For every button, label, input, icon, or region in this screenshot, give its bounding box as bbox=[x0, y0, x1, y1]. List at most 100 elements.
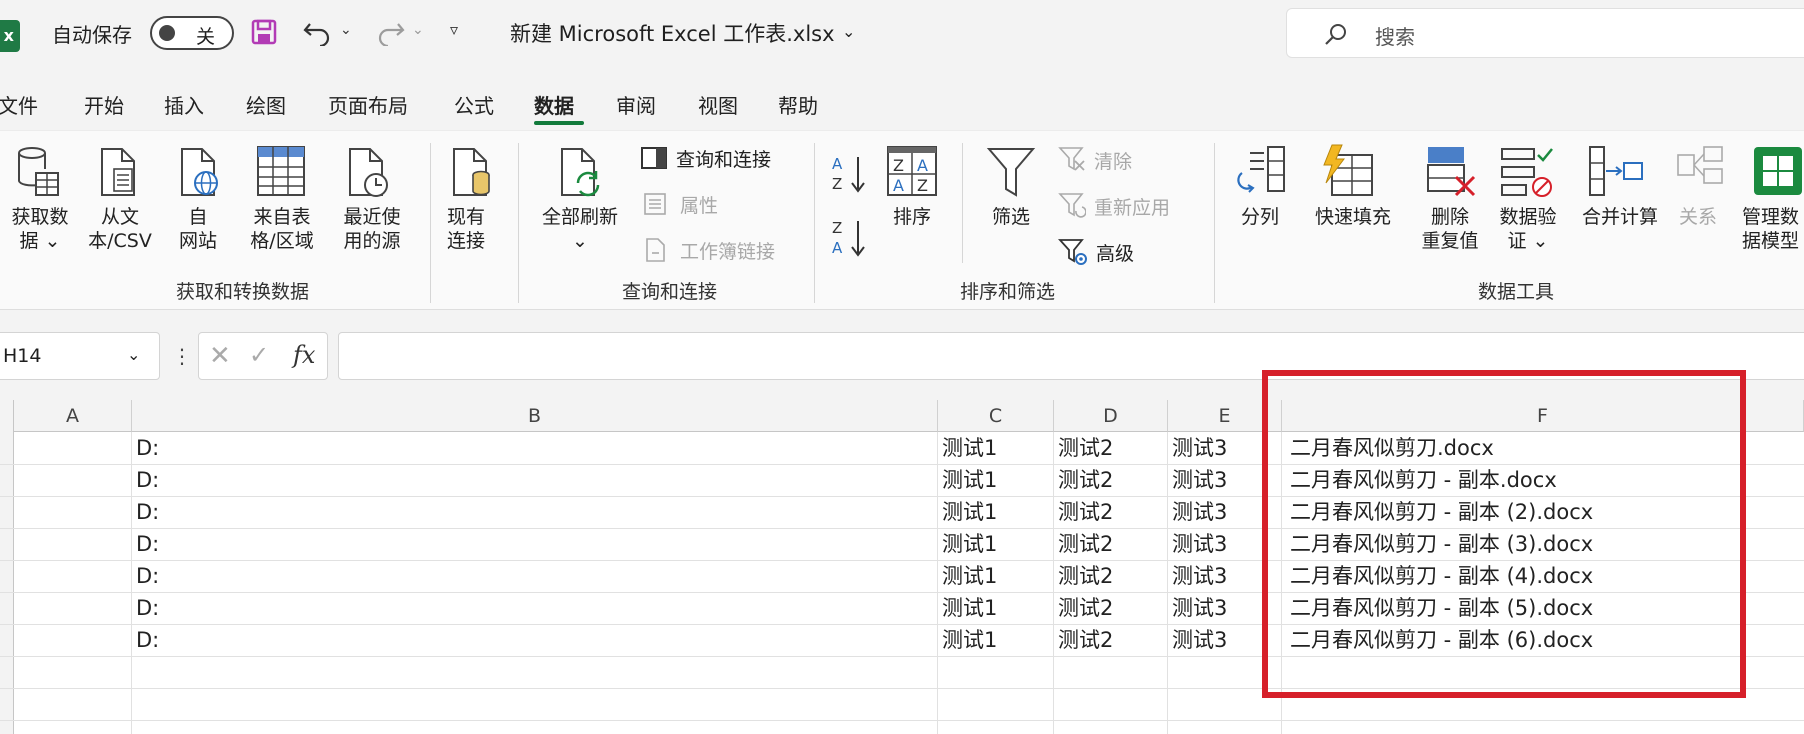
from-web-button[interactable]: 自 网站 bbox=[162, 205, 234, 253]
row-headers[interactable] bbox=[0, 400, 14, 734]
cell-b[interactable]: D: bbox=[136, 432, 159, 464]
cell-d[interactable]: 测试2 bbox=[1058, 528, 1113, 560]
data-validation-button[interactable]: 数据验 证 ⌄ bbox=[1486, 205, 1570, 253]
cell-d[interactable]: 测试2 bbox=[1058, 496, 1113, 528]
group-label-data-tools: 数据工具 bbox=[1478, 281, 1555, 303]
data-validation-label: 数据验 bbox=[1499, 206, 1557, 228]
cell-d[interactable]: 测试2 bbox=[1058, 624, 1113, 656]
reapply-button[interactable]: 重新应用 bbox=[1094, 193, 1170, 220]
properties-button[interactable]: 属性 bbox=[680, 191, 718, 218]
tab-page-layout[interactable]: 页面布局 bbox=[328, 90, 408, 119]
get-data-button[interactable]: 获取数 据 ⌄ bbox=[2, 205, 78, 253]
chevron-down-icon[interactable]: ⌄ bbox=[842, 22, 855, 41]
sort-button[interactable]: 排序 bbox=[880, 205, 944, 229]
cell-c[interactable]: 测试1 bbox=[942, 560, 997, 592]
recent-sources-icon bbox=[344, 145, 390, 203]
insert-function-icon[interactable]: fx bbox=[293, 341, 315, 369]
autosave-toggle[interactable]: 关 bbox=[150, 16, 234, 50]
column-header-a[interactable]: A bbox=[14, 400, 132, 432]
existing-connections-button[interactable]: 现有 连接 bbox=[430, 205, 502, 253]
tab-view[interactable]: 视图 bbox=[698, 90, 738, 119]
cell-d[interactable]: 测试2 bbox=[1058, 432, 1113, 464]
tab-formulas[interactable]: 公式 bbox=[454, 90, 494, 119]
search-placeholder: 搜索 bbox=[1375, 25, 1415, 49]
database-icon bbox=[16, 145, 60, 203]
cell-e[interactable]: 测试3 bbox=[1172, 624, 1227, 656]
redo-icon[interactable] bbox=[374, 18, 406, 50]
column-header-b[interactable]: B bbox=[132, 400, 938, 432]
group-label-get-transform: 获取和转换数据 bbox=[176, 281, 310, 303]
tab-home[interactable]: 开始 bbox=[84, 90, 124, 119]
cell-b[interactable]: D: bbox=[136, 464, 159, 496]
cell-c[interactable]: 测试1 bbox=[942, 528, 997, 560]
save-icon[interactable] bbox=[250, 18, 278, 50]
tab-review[interactable]: 审阅 bbox=[616, 90, 656, 119]
cell-b[interactable]: D: bbox=[136, 624, 159, 656]
tab-draw[interactable]: 绘图 bbox=[246, 90, 286, 119]
tab-help[interactable]: 帮助 bbox=[778, 90, 818, 119]
existing-connections-label-2: 连接 bbox=[446, 230, 485, 252]
text-file-icon bbox=[96, 145, 140, 203]
search-box[interactable]: 搜索 bbox=[1286, 8, 1804, 58]
document-title[interactable]: 新建 Microsoft Excel 工作表.xlsx bbox=[510, 18, 835, 48]
clear-button[interactable]: 清除 bbox=[1094, 147, 1132, 174]
cell-b[interactable]: D: bbox=[136, 560, 159, 592]
tab-insert[interactable]: 插入 bbox=[164, 90, 204, 119]
name-box-value: H14 bbox=[3, 345, 42, 367]
customize-qat-icon[interactable]: ▿ bbox=[450, 20, 458, 39]
consolidate-button[interactable]: 合并计算 bbox=[1572, 205, 1668, 229]
cell-d[interactable]: 测试2 bbox=[1058, 464, 1113, 496]
enter-icon[interactable]: ✓ bbox=[249, 341, 269, 369]
column-header-d[interactable]: D bbox=[1054, 400, 1168, 432]
svg-text:A: A bbox=[893, 176, 904, 195]
flash-fill-button[interactable]: 快速填充 bbox=[1306, 205, 1400, 229]
recent-sources-button[interactable]: 最近使 用的源 bbox=[330, 205, 414, 253]
queries-connections-button[interactable]: 查询和连接 bbox=[676, 145, 771, 172]
cell-c[interactable]: 测试1 bbox=[942, 592, 997, 624]
from-text-csv-button[interactable]: 从文 本/CSV bbox=[82, 205, 158, 253]
undo-dropdown-icon[interactable]: ⌄ bbox=[340, 22, 352, 38]
column-header-c[interactable]: C bbox=[938, 400, 1054, 432]
cell-e[interactable]: 测试3 bbox=[1172, 528, 1227, 560]
ribbon: 获取数 据 ⌄ 从文 本/CSV 自 网站 来自表 格/区域 最近使 用的源 现… bbox=[0, 130, 1804, 310]
name-box[interactable]: H14 ⌄ bbox=[0, 332, 160, 380]
redo-dropdown-icon[interactable]: ⌄ bbox=[412, 22, 424, 38]
manage-data-model-button[interactable]: 管理数 据模型 bbox=[1742, 205, 1804, 253]
refresh-all-button[interactable]: 全部刷新 ⌄ bbox=[532, 205, 628, 253]
from-table-label: 来自表 bbox=[253, 206, 311, 228]
more-options-icon[interactable]: ⋮ bbox=[172, 344, 192, 368]
from-table-button[interactable]: 来自表 格/区域 bbox=[240, 205, 324, 253]
advanced-button[interactable]: 高级 bbox=[1096, 239, 1134, 266]
text-to-columns-button[interactable]: 分列 bbox=[1230, 205, 1290, 229]
cell-b[interactable]: D: bbox=[136, 496, 159, 528]
gridline bbox=[0, 720, 1804, 721]
filter-button[interactable]: 筛选 bbox=[976, 205, 1046, 229]
cell-c[interactable]: 测试1 bbox=[942, 464, 997, 496]
remove-duplicates-button[interactable]: 删除 重复值 bbox=[1410, 205, 1490, 253]
svg-text:Z: Z bbox=[832, 175, 842, 193]
cell-e[interactable]: 测试3 bbox=[1172, 496, 1227, 528]
relationships-button[interactable]: 关系 bbox=[1670, 205, 1726, 229]
formula-buttons: ✕ ✓ fx bbox=[198, 332, 328, 380]
cell-c[interactable]: 测试1 bbox=[942, 432, 997, 464]
sort-az-icon[interactable]: AZ bbox=[830, 151, 868, 201]
tab-data[interactable]: 数据 bbox=[534, 90, 574, 119]
cell-e[interactable]: 测试3 bbox=[1172, 560, 1227, 592]
workbook-links-button[interactable]: 工作簿链接 bbox=[680, 237, 775, 264]
undo-icon[interactable] bbox=[302, 18, 334, 50]
cell-d[interactable]: 测试2 bbox=[1058, 592, 1113, 624]
existing-connections-icon bbox=[448, 145, 494, 203]
cell-e[interactable]: 测试3 bbox=[1172, 464, 1227, 496]
cell-c[interactable]: 测试1 bbox=[942, 496, 997, 528]
cell-e[interactable]: 测试3 bbox=[1172, 432, 1227, 464]
sort-za-icon[interactable]: ZA bbox=[830, 215, 868, 265]
cell-d[interactable]: 测试2 bbox=[1058, 560, 1113, 592]
chevron-down-icon[interactable]: ⌄ bbox=[127, 345, 140, 364]
cancel-icon[interactable]: ✕ bbox=[209, 341, 231, 371]
cell-c[interactable]: 测试1 bbox=[942, 624, 997, 656]
cell-b[interactable]: D: bbox=[136, 528, 159, 560]
cell-b[interactable]: D: bbox=[136, 592, 159, 624]
get-data-label: 获取数 bbox=[11, 206, 69, 228]
tab-file[interactable]: 文件 bbox=[0, 90, 38, 119]
cell-e[interactable]: 测试3 bbox=[1172, 592, 1227, 624]
